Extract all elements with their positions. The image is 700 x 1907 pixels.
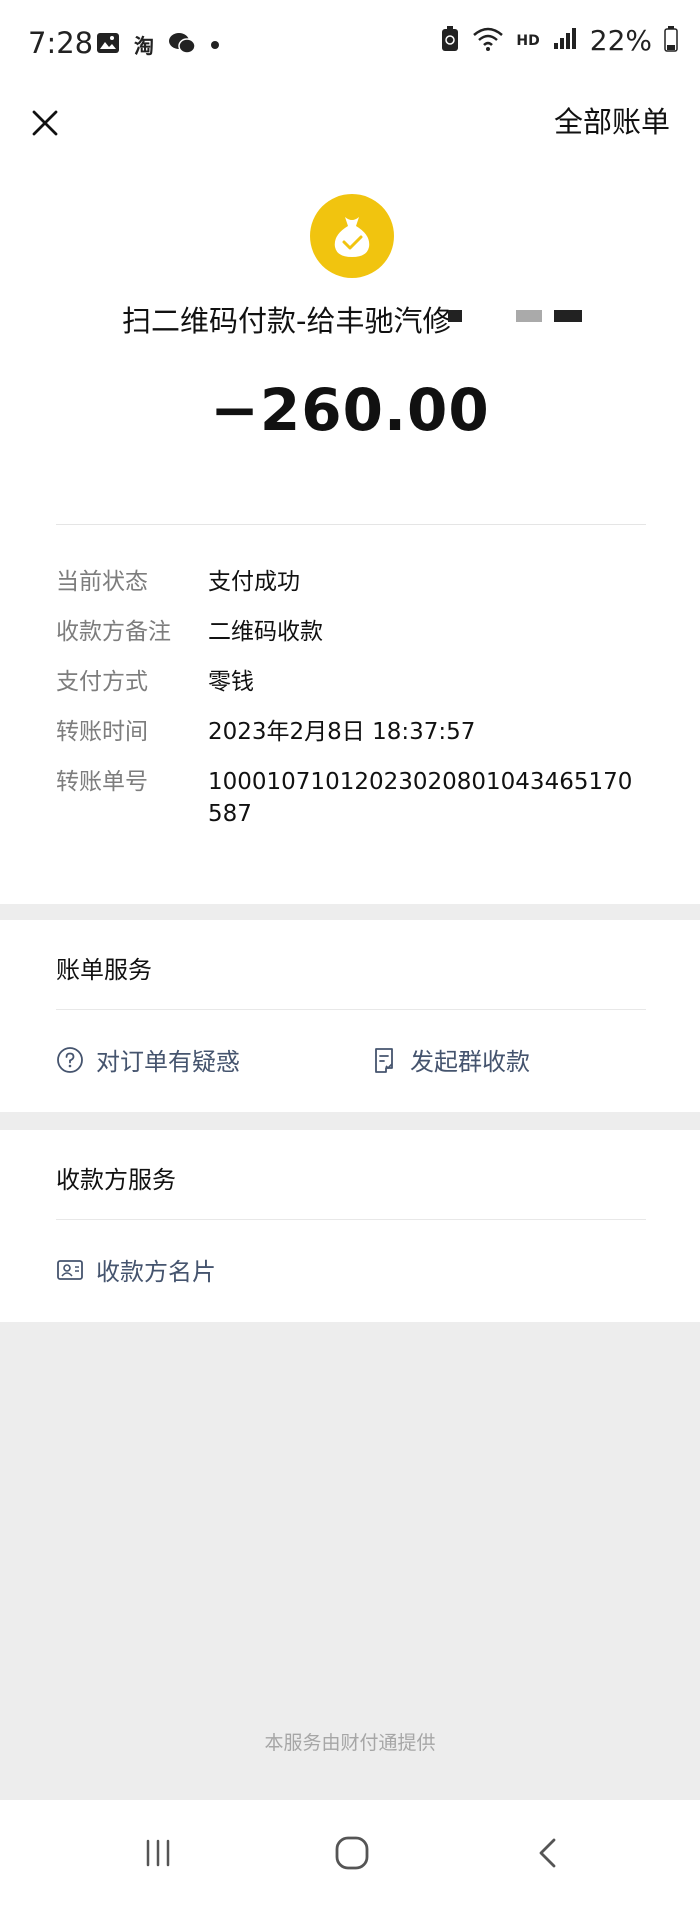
merchant-avatar	[310, 194, 394, 278]
detail-list: 当前状态 支付成功 收款方备注 二维码收款 支付方式 零钱 转账时间 2023年…	[56, 566, 656, 848]
detail-row-payment-method: 支付方式 零钱	[56, 666, 656, 698]
wechat-icon	[168, 31, 196, 59]
receipt-icon	[375, 1047, 393, 1073]
detail-value: 2023年2月8日 18:37:57	[208, 719, 476, 745]
system-nav-bar	[0, 1800, 700, 1907]
section-title: 账单服务	[56, 956, 152, 984]
battery-saver-icon	[440, 25, 460, 57]
recent-apps-icon	[146, 1839, 170, 1867]
top-bar: 全部账单	[0, 86, 700, 158]
section-title: 收款方服务	[56, 1166, 176, 1194]
recent-apps-button[interactable]	[132, 1830, 184, 1876]
detail-row-payee-note: 收款方备注 二维码收款	[56, 616, 656, 648]
status-time: 7:28	[28, 26, 94, 60]
merchant-name: 扫二维码付款-给丰驰汽修	[122, 304, 452, 338]
signal-icon	[552, 27, 578, 55]
divider	[56, 1219, 646, 1220]
question-order-label: 对订单有疑惑	[96, 1048, 240, 1076]
back-icon	[539, 1838, 556, 1868]
detail-label: 当前状态	[56, 569, 148, 595]
divider	[56, 524, 646, 525]
money-bag-icon	[334, 217, 370, 257]
footer-note: 本服务由财付通提供	[264, 1732, 436, 1754]
battery-icon	[664, 25, 678, 56]
detail-row-transfer-time: 转账时间 2023年2月8日 18:37:57	[56, 716, 656, 748]
detail-label: 转账时间	[56, 719, 148, 745]
detail-label: 支付方式	[56, 669, 148, 695]
redaction-mark	[516, 310, 542, 322]
detail-label: 转账单号	[56, 769, 148, 795]
close-button[interactable]	[18, 96, 70, 148]
payee-card-button[interactable]: 收款方名片	[56, 1252, 216, 1287]
back-button[interactable]	[522, 1830, 574, 1876]
group-collect-label: 发起群收款	[410, 1048, 530, 1076]
redaction-mark	[554, 310, 582, 322]
divider	[56, 1009, 646, 1010]
question-icon	[57, 1046, 83, 1073]
detail-value: 二维码收款	[208, 619, 323, 645]
group-collect-button[interactable]: 发起群收款	[370, 1042, 530, 1077]
wifi-icon	[472, 26, 504, 56]
detail-label: 收款方备注	[56, 619, 171, 645]
detail-value: 零钱	[208, 669, 254, 695]
transaction-card: 扫二维码付款-给丰驰汽修 −260.00 当前状态 支付成功 收款方备注 二维码…	[0, 158, 700, 904]
detail-value: 支付成功	[208, 569, 300, 595]
taobao-icon: 淘	[134, 34, 154, 58]
question-order-button[interactable]: 对订单有疑惑	[56, 1042, 240, 1077]
bill-service-card: 账单服务 对订单有疑惑 发起群收款	[0, 920, 700, 1112]
all-bills-button[interactable]: 全部账单	[554, 96, 670, 148]
redaction-mark	[448, 310, 462, 322]
close-icon	[32, 110, 58, 136]
status-right-icons: HD 22%	[440, 24, 678, 57]
amount: −260.00	[210, 376, 490, 444]
detail-value[interactable]: 10001071012023020801043465170587	[208, 766, 638, 830]
detail-row-status: 当前状态 支付成功	[56, 566, 656, 598]
dot-icon	[210, 35, 220, 54]
detail-row-transfer-number: 转账单号 10001071012023020801043465170587	[56, 766, 656, 830]
battery-percent: 22%	[589, 24, 652, 57]
contact-card-icon	[57, 1259, 83, 1280]
status-left-icons: 淘	[96, 30, 220, 59]
payee-card-label: 收款方名片	[96, 1258, 216, 1286]
home-button[interactable]	[326, 1830, 378, 1876]
status-bar: 7:28 淘 HD 22%	[0, 0, 700, 86]
home-icon	[335, 1836, 369, 1870]
payee-service-card: 收款方服务 收款方名片	[0, 1130, 700, 1322]
gallery-icon	[96, 31, 120, 59]
hd-label: HD	[516, 32, 540, 49]
